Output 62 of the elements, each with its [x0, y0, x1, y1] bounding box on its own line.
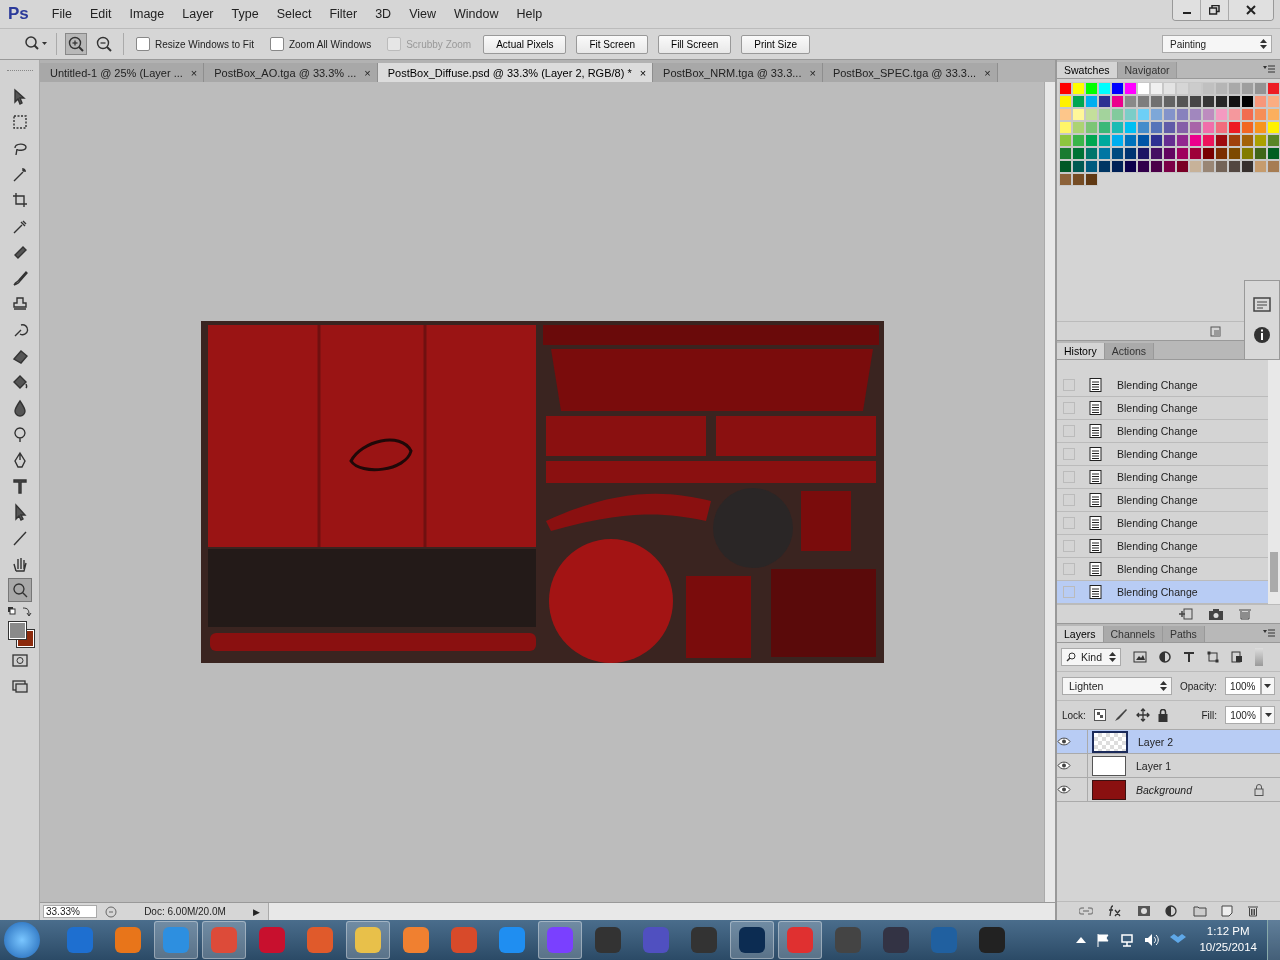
history-state[interactable]: Blending Change	[1057, 374, 1268, 397]
zoom-option-button[interactable]: Actual Pixels	[483, 34, 567, 54]
history-state[interactable]: Blending Change	[1057, 512, 1268, 535]
menu-item[interactable]: Window	[445, 7, 508, 21]
panel-tab[interactable]: History	[1057, 343, 1105, 359]
system-clock[interactable]: 1:12 PM 10/25/2014	[1199, 924, 1257, 956]
document-tab[interactable]: PostBox_AO.tga @ 33.3% ... ×	[204, 63, 378, 82]
clock-date: 10/25/2014	[1199, 940, 1257, 955]
menu-item[interactable]: Type	[222, 7, 268, 21]
menu-item[interactable]: File	[42, 7, 81, 21]
close-tab-button[interactable]: ×	[809, 66, 816, 79]
opacity-label: Opacity:	[1180, 680, 1217, 692]
lock-label: Lock:	[1062, 709, 1086, 721]
close-tab-button[interactable]: ×	[984, 66, 991, 79]
blend-mode-dropdown[interactable]: Lighten	[1062, 677, 1172, 695]
close-tab-button[interactable]: ×	[190, 66, 198, 79]
zoom-option-button[interactable]: Fill Screen	[658, 34, 732, 54]
layer-row[interactable]: Layer 1	[1057, 754, 1280, 778]
menu-item[interactable]: Edit	[80, 7, 121, 21]
history-state[interactable]: Blending Change	[1057, 489, 1268, 512]
panel-tab[interactable]: Paths	[1162, 626, 1205, 642]
checkbox-label: Resize Windows to Fit	[155, 38, 254, 50]
zoom-option-button[interactable]: Print Size	[741, 34, 811, 54]
workspace-dropdown[interactable]: Painting	[1162, 35, 1272, 53]
history-state[interactable]: Blending Change	[1057, 443, 1268, 466]
document-size-text: Doc: 6.00M/20.0M	[143, 906, 227, 917]
layer-row[interactable]: Layer 2	[1057, 730, 1280, 754]
document-tab[interactable]: PostBox_Diffuse.psd @ 33.3% (Layer 2, RGB/8) * ×	[377, 63, 654, 82]
close-tab-button[interactable]: ×	[639, 66, 647, 79]
history-state[interactable]: Blending Change	[1057, 466, 1268, 489]
menu-item[interactable]: Filter	[320, 7, 367, 21]
panel-tab[interactable]: Swatches	[1057, 62, 1118, 78]
menu-item[interactable]: Layer	[173, 7, 223, 21]
menu-item[interactable]: Help	[507, 7, 552, 21]
photoshop-logo[interactable]: Ps	[8, 4, 29, 24]
fill-label: Fill:	[1201, 709, 1217, 721]
checkbox-label: Zoom All Windows	[288, 38, 372, 50]
fill-field[interactable]: 100%	[1225, 706, 1261, 724]
zoom-option-button[interactable]: Fit Screen	[576, 34, 649, 54]
menu-item[interactable]: Select	[267, 7, 321, 21]
document-tab[interactable]: Untitled-1 @ 25% (Layer ... ×	[40, 63, 205, 82]
checkbox-label: Scrubby Zoom	[406, 38, 472, 50]
history-state[interactable]: Blending Change	[1057, 420, 1268, 443]
layer-row[interactable]: Background	[1057, 778, 1280, 802]
opacity-field[interactable]: 100%	[1224, 677, 1261, 695]
panel-tab[interactable]: Navigator	[1117, 62, 1178, 78]
status-menu-button[interactable]: ▶	[253, 906, 260, 917]
clock-time: 1:12 PM	[1206, 924, 1250, 940]
close-tab-button[interactable]: ×	[364, 66, 371, 79]
panel-tab[interactable]: Channels	[1103, 626, 1163, 642]
zoom-level-field[interactable]: 33.33%	[43, 905, 97, 918]
menu-item[interactable]: 3D	[366, 7, 401, 21]
document-tab[interactable]: PostBox_SPEC.tga @ 33.3... ×	[822, 63, 998, 82]
history-state[interactable]: Blending Change	[1057, 581, 1268, 604]
panel-tab[interactable]: Layers	[1057, 626, 1104, 642]
menu-item[interactable]: View	[400, 7, 446, 21]
document-tab[interactable]: PostBox_NRM.tga @ 33.3... ×	[653, 63, 823, 82]
layer-filter-dropdown[interactable]: Kind	[1061, 648, 1121, 666]
history-state[interactable]: Blending Change	[1057, 535, 1268, 558]
history-state[interactable]: Blending Change	[1057, 397, 1268, 420]
panel-tab[interactable]: Actions	[1104, 343, 1155, 359]
menu-item[interactable]: Image	[120, 7, 174, 21]
